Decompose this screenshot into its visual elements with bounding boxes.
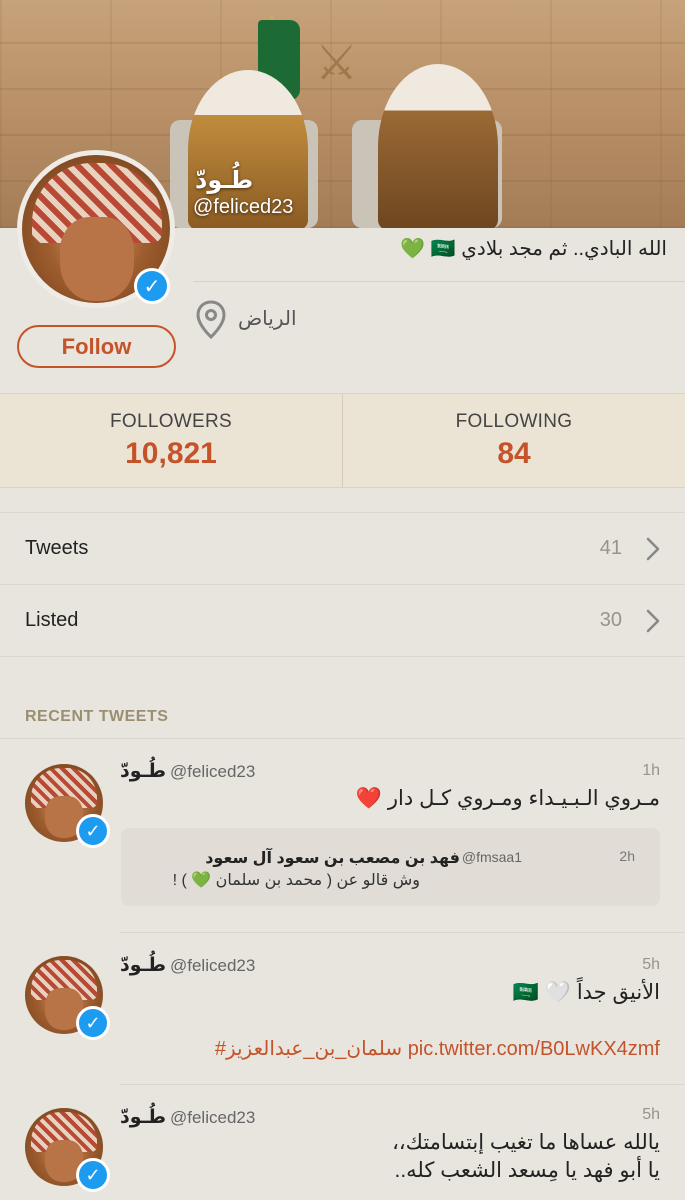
- row-listed-label: Listed: [25, 609, 79, 631]
- followers-count: 10,821: [125, 436, 217, 470]
- followers-stat[interactable]: FOLLOWERS 10,821: [0, 394, 342, 487]
- verified-badge-icon: ✓: [76, 1158, 110, 1192]
- profile-bio: الله البادي.. ثم مجد بلادي 🇸🇦 💚: [400, 238, 667, 260]
- recent-tweets-header: RECENT TWEETS: [25, 708, 169, 725]
- row-listed[interactable]: Listed 30: [0, 585, 685, 657]
- tweet-item[interactable]: ✓ طُـودّ @feliced23 5h يالله عساها ما تغ…: [0, 1086, 685, 1200]
- bio-divider: [193, 281, 685, 282]
- tweet-author-name: طُـودّ: [120, 955, 167, 976]
- tweet-text: مـروي الـبـيـداء ومـروي كـل دار ❤️: [355, 787, 660, 810]
- tweet-author-handle: @feliced23: [170, 1108, 256, 1127]
- quoted-tweet-handle: @fmsaa1: [461, 849, 522, 865]
- row-tweets-count: 41: [599, 537, 622, 559]
- banner-figure-right: [378, 64, 498, 228]
- tweet-divider: [120, 932, 685, 933]
- tweet-author-name: طُـودّ: [120, 761, 167, 782]
- tweet-link-line: #سلمان_بن_عبدالعزيز pic.twitter.com/B0Lw…: [215, 1036, 660, 1061]
- tweet-hashtag[interactable]: #سلمان_بن_عبدالعزيز: [215, 1038, 402, 1060]
- following-label: FOLLOWING: [455, 410, 573, 432]
- tweet-time: 5h: [642, 956, 660, 973]
- tweet-time: 5h: [642, 1106, 660, 1123]
- profile-name: طُـودّ: [195, 167, 254, 194]
- row-tweets[interactable]: Tweets 41: [0, 513, 685, 585]
- verified-badge-icon: ✓: [134, 268, 170, 304]
- tweet-item[interactable]: ✓ طُـودّ @feliced23 5h الأنيق جداً 🤍 🇸🇦 …: [0, 934, 685, 1084]
- location-pin-icon: [196, 300, 226, 340]
- profile-menu-list: Tweets 41 Listed 30: [0, 512, 685, 657]
- profile-location: الرياض: [238, 308, 297, 330]
- avatar-face: [60, 217, 134, 301]
- verified-badge-icon: ✓: [76, 1006, 110, 1040]
- verified-badge-icon: ✓: [76, 814, 110, 848]
- following-stat[interactable]: FOLLOWING 84: [342, 394, 685, 487]
- tweet-time: 1h: [642, 762, 660, 779]
- row-tweets-label: Tweets: [25, 537, 89, 559]
- tweet-item[interactable]: ✓ طُـودّ @feliced23 1h مـروي الـبـيـداء …: [0, 740, 685, 932]
- quoted-tweet[interactable]: 2h @fmsaa1 فهد بن مصعب بن سعود آل سعود و…: [121, 828, 660, 906]
- tweet-author-handle: @feliced23: [170, 956, 256, 975]
- tweet-author-name: طُـودّ: [120, 1107, 167, 1128]
- quoted-tweet-time: 2h: [619, 848, 635, 864]
- following-count: 84: [497, 436, 531, 470]
- tweet-author-handle: @feliced23: [170, 762, 256, 781]
- tweet-media-link[interactable]: pic.twitter.com/B0LwKX4zmf: [408, 1038, 660, 1060]
- stats-bar: FOLLOWERS 10,821 FOLLOWING 84: [0, 393, 685, 488]
- section-divider: [0, 738, 685, 739]
- quoted-tweet-author: فهد بن مصعب بن سعود آل سعود: [205, 850, 460, 867]
- quoted-tweet-text: وش قالو عن ( محمد بن سلمان 💚 ) !: [172, 872, 420, 889]
- followers-label: FOLLOWERS: [110, 410, 232, 432]
- tweet-text: الأنيق جداً 🤍 🇸🇦: [512, 981, 660, 1004]
- chevron-right-icon: [646, 537, 660, 560]
- profile-handle: @feliced23: [193, 196, 294, 218]
- follow-button[interactable]: Follow: [17, 325, 176, 368]
- tweet-text-line2: يا أبو فهد يا مِسعد الشعب كله..: [394, 1159, 661, 1182]
- tweet-divider: [120, 1084, 685, 1085]
- chevron-right-icon: [646, 609, 660, 632]
- row-listed-count: 30: [599, 609, 622, 631]
- tweet-text-line1: يالله عساها ما تغيب إبتسامتك،،: [392, 1131, 660, 1154]
- banner-emblem-icon: ⚔: [315, 37, 359, 90]
